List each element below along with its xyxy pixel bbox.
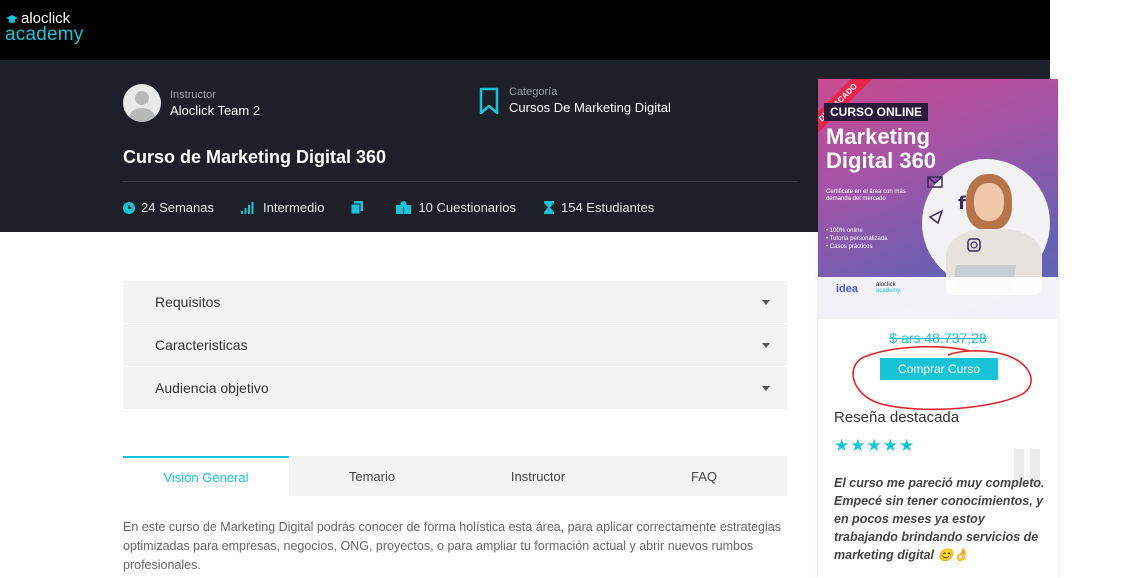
stat-level: Intermedio [241, 200, 324, 215]
promo-subtitle: Certificate en el área con más demanda d… [826, 189, 906, 202]
instructor-avatar[interactable] [123, 84, 161, 122]
instructor-label: Instructor [170, 88, 216, 101]
rating-stars: ★★★★★ [834, 436, 916, 455]
course-sidebar-card: f DESTACADO CURSO ONLINE Marketing Digit… [818, 79, 1058, 578]
bookmark-icon [479, 87, 499, 114]
site-logo[interactable]: aloclick academy [5, 11, 84, 45]
social-icons: f [927, 176, 981, 252]
course-stats: 24 Semanas Intermedio 10 Cuestionarios 1… [123, 200, 681, 215]
stat-duration: 24 Semanas [123, 200, 214, 215]
tab-faq[interactable]: FAQ [621, 456, 787, 496]
stat-students: 154 Estudiantes [543, 200, 654, 215]
idea-logo: idea [836, 283, 859, 295]
stat-quizzes: 10 Cuestionarios [396, 200, 516, 215]
stat-lessons [351, 201, 369, 214]
promo-title-line2: Digital 360 [826, 148, 937, 173]
promo-bullet: • Casos prácticos [826, 244, 873, 250]
promo-title-line1: Marketing [826, 124, 930, 149]
promo-bullet: • Tutoría personalizada [826, 236, 888, 242]
logo-text-academy: academy [5, 24, 84, 45]
course-page: aloclick academy Instructor Aloclick Tea… [0, 0, 1134, 578]
review-text: El curso me pareció muy completo. Empecé… [834, 476, 1045, 562]
students-text: 154 Estudiantes [560, 200, 655, 215]
instructor-info: Instructor Aloclick Team 2 [123, 84, 260, 122]
promo-tag: CURSO ONLINE [824, 103, 929, 121]
caret-down-icon [762, 386, 770, 391]
promo-bullet: • 100% online [826, 228, 863, 234]
course-tabs: Visión General Temario Instructor FAQ [123, 456, 787, 496]
promo-title: Marketing Digital 360 [826, 125, 936, 173]
accordion-caracteristicas[interactable]: Caracteristicas [123, 324, 787, 366]
accordion-requisitos[interactable]: Requisitos [123, 281, 787, 323]
top-bar: aloclick academy [0, 0, 1050, 60]
puzzle-icon [396, 201, 412, 214]
promo-bullets: • 100% online • Tutoría personalizada • … [826, 227, 887, 251]
duration-text: 24 Semanas [141, 200, 214, 215]
featured-review-heading: Reseña destacada [834, 409, 960, 426]
copy-icon [351, 201, 364, 214]
instructor-name[interactable]: Aloclick Team 2 [170, 103, 260, 118]
tab-instructor[interactable]: Instructor [455, 456, 621, 496]
accordion-label: Audiencia objetivo [155, 380, 269, 396]
course-promo-image[interactable]: f DESTACADO CURSO ONLINE Marketing Digit… [818, 79, 1058, 319]
category-info: Categoría Cursos De Marketing Digital [478, 86, 671, 115]
signal-bars-icon [241, 201, 254, 214]
tab-vision-general[interactable]: Visión General [123, 456, 289, 496]
quizzes-text: 10 Cuestionarios [418, 200, 516, 215]
red-circle-annotation [852, 345, 1032, 411]
category-name[interactable]: Cursos De Marketing Digital [509, 100, 671, 115]
course-title: Curso de Marketing Digital 360 [123, 147, 387, 167]
graduation-cap-icon [6, 15, 18, 23]
divider [123, 181, 798, 182]
clock-icon [123, 201, 135, 214]
accordion-label: Caracteristicas [155, 337, 248, 353]
aloclick-mini-logo: aloclick academy [876, 282, 901, 294]
tab-temario[interactable]: Temario [289, 456, 455, 496]
level-text: Intermedio [263, 200, 325, 215]
caret-down-icon [762, 300, 770, 305]
category-label: Categoría [509, 86, 558, 98]
caret-down-icon [762, 343, 770, 348]
accordion-label: Requisitos [155, 294, 221, 310]
hourglass-icon [543, 201, 554, 214]
svg-text:f: f [958, 193, 966, 214]
course-description: En este curso de Marketing Digital podrá… [123, 520, 781, 572]
accordion-audiencia[interactable]: Audiencia objetivo [123, 367, 787, 409]
